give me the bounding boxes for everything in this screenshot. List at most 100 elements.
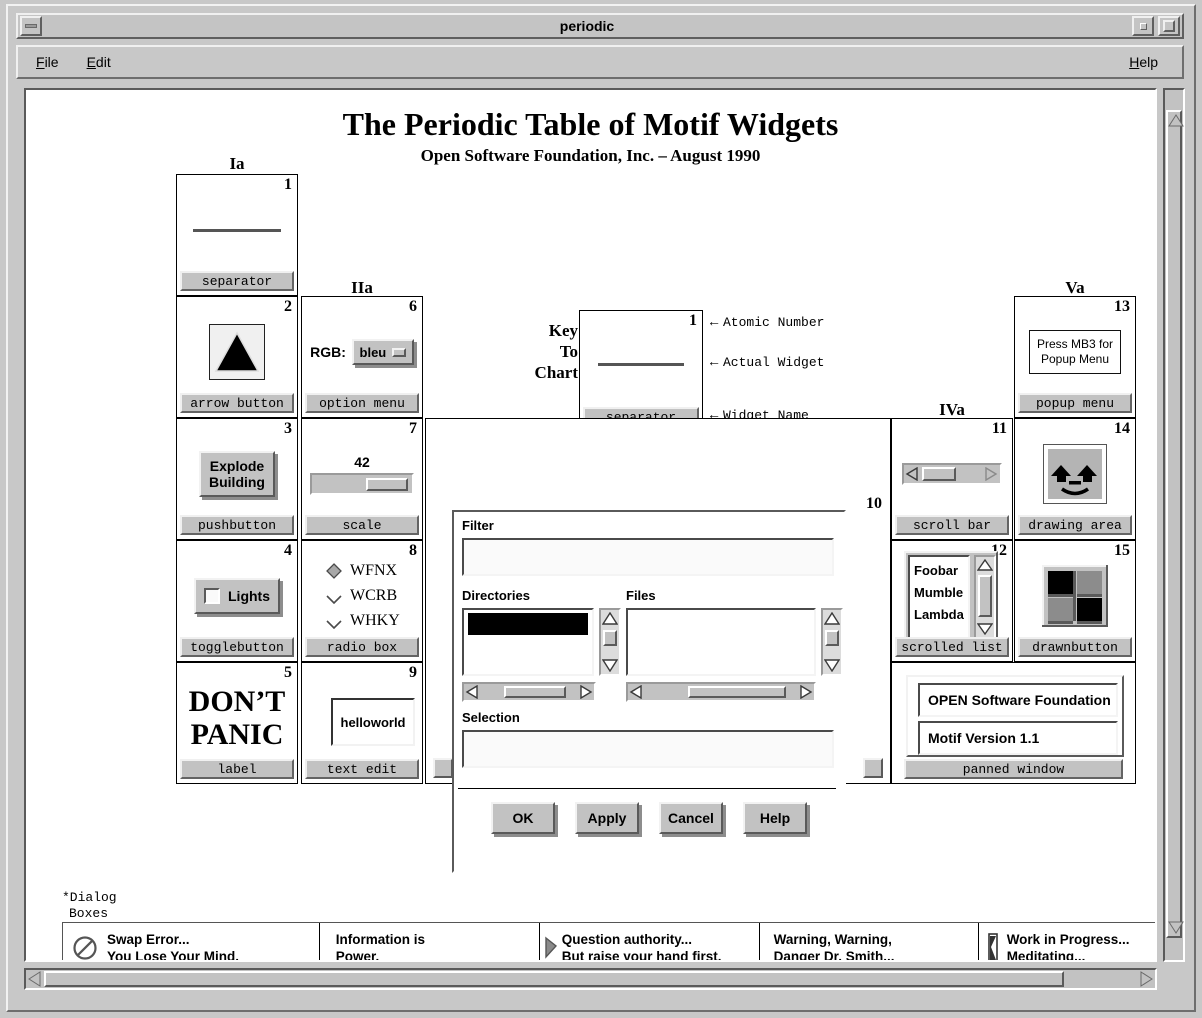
scrollbar-thumb[interactable] bbox=[504, 686, 566, 698]
cell-name-arrow-button[interactable]: arrow button bbox=[180, 393, 294, 413]
directories-horizontal-scrollbar[interactable] bbox=[462, 682, 596, 702]
scrollbar-thumb[interactable] bbox=[978, 575, 992, 617]
scrollbar-thumb[interactable] bbox=[825, 630, 839, 646]
scroll-down-arrow-icon[interactable] bbox=[1168, 920, 1184, 934]
checkerboard-icon[interactable] bbox=[1042, 565, 1108, 627]
chart-canvas-frame: The Periodic Table of Motif Widgets Open… bbox=[24, 88, 1157, 962]
pane-1-text[interactable]: OPEN Software Foundation bbox=[918, 683, 1118, 717]
cell-name-drawnbutton[interactable]: drawnbutton bbox=[1018, 637, 1132, 657]
window-menu-button[interactable] bbox=[20, 16, 42, 36]
scroll-right-arrow-icon[interactable] bbox=[1138, 971, 1154, 987]
cell-arrow-button: 2 arrow button bbox=[176, 296, 298, 418]
scale-trough[interactable] bbox=[310, 472, 414, 495]
scrolled-list-items[interactable]: Foobar Mumble Lambda bbox=[908, 555, 970, 639]
scroll-right-arrow-icon[interactable] bbox=[579, 685, 593, 699]
list-item[interactable]: Foobar bbox=[914, 560, 968, 582]
radio-unselected-icon[interactable] bbox=[326, 588, 342, 604]
cell-number: 11 bbox=[991, 420, 1007, 437]
paned-window-sash-right[interactable] bbox=[863, 758, 883, 778]
maximize-button[interactable] bbox=[1158, 16, 1180, 36]
menu-item-file[interactable]: File bbox=[26, 52, 69, 72]
scale-widget-area: 42 bbox=[302, 437, 422, 511]
scroll-down-arrow-icon[interactable] bbox=[824, 658, 840, 672]
scroll-right-arrow-icon[interactable] bbox=[799, 685, 813, 699]
cell-name-drawing-area[interactable]: drawing area bbox=[1018, 515, 1132, 535]
scroll-left-arrow-icon[interactable] bbox=[465, 685, 479, 699]
scroll-right-arrow-icon[interactable] bbox=[984, 467, 998, 481]
files-vertical-scrollbar[interactable] bbox=[821, 608, 843, 676]
cell-name-scale[interactable]: scale bbox=[305, 515, 419, 535]
cell-name-separator[interactable]: separator bbox=[180, 271, 294, 291]
help-button[interactable]: Help bbox=[743, 802, 807, 834]
directories-vertical-scrollbar[interactable] bbox=[599, 608, 621, 676]
vertical-scrollbar[interactable] bbox=[1163, 88, 1185, 962]
text-edit-input[interactable]: helloworld bbox=[331, 698, 415, 746]
scroll-down-arrow-icon[interactable] bbox=[602, 658, 618, 672]
ok-button[interactable]: OK bbox=[491, 802, 555, 834]
paned-window-sash-left[interactable] bbox=[433, 758, 453, 778]
scrollbar-thumb[interactable] bbox=[603, 630, 617, 646]
cell-panned-window: OPEN Software Foundation Motif Version 1… bbox=[891, 662, 1136, 784]
dialog-boxes-label: *Dialog Boxes bbox=[62, 890, 117, 922]
directories-list[interactable] bbox=[462, 608, 594, 676]
cancel-button[interactable]: Cancel bbox=[659, 802, 723, 834]
cell-number: 2 bbox=[284, 298, 292, 315]
selection-input[interactable] bbox=[462, 730, 834, 768]
cell-name-togglebutton[interactable]: togglebutton bbox=[180, 637, 294, 657]
cell-name-scrolled-list[interactable]: scrolled list bbox=[895, 637, 1009, 657]
scroll-up-arrow-icon[interactable] bbox=[1168, 114, 1184, 128]
cell-name-scroll-bar[interactable]: scroll bar bbox=[895, 515, 1009, 535]
cell-name-option-menu[interactable]: option menu bbox=[305, 393, 419, 413]
apply-button[interactable]: Apply bbox=[575, 802, 639, 834]
menu-item-help[interactable]: Help bbox=[1119, 52, 1168, 72]
explode-building-button[interactable]: Explode Building bbox=[199, 451, 275, 497]
checkbox-indicator-icon[interactable] bbox=[204, 588, 220, 604]
cell-name-text-edit[interactable]: text edit bbox=[305, 759, 419, 779]
scroll-left-arrow-icon[interactable] bbox=[27, 971, 43, 987]
scroll-down-arrow-icon[interactable] bbox=[977, 622, 993, 635]
filter-input[interactable] bbox=[462, 538, 834, 576]
arrow-button-widget[interactable] bbox=[177, 315, 297, 389]
radio-unselected-icon[interactable] bbox=[326, 613, 342, 629]
arrow-button-frame[interactable] bbox=[209, 324, 265, 380]
cell-name-pushbutton[interactable]: pushbutton bbox=[180, 515, 294, 535]
radio-item-wfnx[interactable]: WFNX bbox=[326, 562, 397, 580]
horizontal-scrollbar[interactable] bbox=[24, 968, 1157, 990]
pane-2-text[interactable]: Motif Version 1.1 bbox=[918, 721, 1118, 755]
scale-slider-thumb[interactable] bbox=[366, 477, 408, 491]
drawing-area-frame[interactable] bbox=[1043, 444, 1107, 504]
files-horizontal-scrollbar[interactable] bbox=[626, 682, 816, 702]
scroll-left-arrow-icon[interactable] bbox=[629, 685, 643, 699]
radio-item-whky[interactable]: WHKY bbox=[326, 612, 400, 630]
cell-name-panned-window[interactable]: panned window bbox=[904, 759, 1123, 779]
directories-list-item-selected[interactable] bbox=[468, 613, 588, 635]
label-line1: DON’T bbox=[188, 685, 286, 718]
cell-name-popup-menu[interactable]: popup menu bbox=[1018, 393, 1132, 413]
radio-selected-icon[interactable] bbox=[326, 563, 342, 579]
scroll-up-arrow-icon[interactable] bbox=[977, 559, 993, 572]
arrow-up-icon[interactable] bbox=[213, 329, 261, 375]
cell-name-label[interactable]: label bbox=[180, 759, 294, 779]
scrollbar-trough[interactable] bbox=[902, 463, 1002, 485]
drawnbutton-widget-area bbox=[1015, 559, 1135, 633]
scroll-up-arrow-icon[interactable] bbox=[602, 612, 618, 626]
lights-toggle-button[interactable]: Lights bbox=[194, 578, 280, 614]
list-item[interactable]: Lambda bbox=[914, 604, 968, 626]
list-item[interactable]: Mumble bbox=[914, 582, 968, 604]
menu-item-edit[interactable]: Edit bbox=[77, 52, 121, 72]
vertical-scrollbar-thumb[interactable] bbox=[1166, 110, 1184, 938]
rgb-option-menu-button[interactable]: bleu bbox=[351, 339, 414, 365]
popup-menu-target[interactable]: Press MB3 for Popup Menu bbox=[1029, 330, 1121, 374]
scrollbar-thumb[interactable] bbox=[922, 467, 956, 481]
key-to-chart-label: Key To Chart bbox=[534, 321, 578, 382]
scroll-up-arrow-icon[interactable] bbox=[824, 612, 840, 626]
warning-dialog: Warning, Warning, Danger Dr. Smith... OK… bbox=[759, 923, 979, 960]
files-list[interactable] bbox=[626, 608, 816, 676]
restore-button[interactable] bbox=[1132, 16, 1154, 36]
horizontal-scrollbar-thumb[interactable] bbox=[44, 971, 1064, 987]
radio-item-wcrb[interactable]: WCRB bbox=[326, 587, 397, 605]
scrolled-list-vertical-scrollbar[interactable] bbox=[974, 555, 996, 639]
scrollbar-thumb[interactable] bbox=[688, 686, 786, 698]
scroll-left-arrow-icon[interactable] bbox=[905, 467, 919, 481]
cell-name-radio-box[interactable]: radio box bbox=[305, 637, 419, 657]
